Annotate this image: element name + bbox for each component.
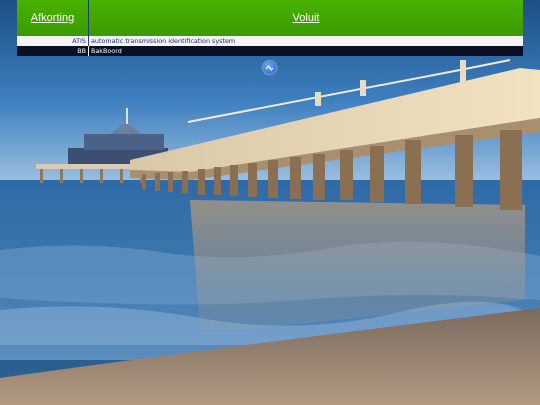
scroll-toggle-button[interactable] xyxy=(263,61,276,74)
abbreviation-table: Afkorting Voluit ATIS automatic transmis… xyxy=(17,0,523,56)
abbreviation-cell: ATIS xyxy=(17,36,89,46)
abbreviation-cell: BB xyxy=(17,46,89,56)
full-form-cell: BakBoord xyxy=(88,46,523,56)
column-header-abbreviation[interactable]: Afkorting xyxy=(17,0,89,36)
table-row[interactable]: BB BakBoord xyxy=(17,46,523,56)
chevron-up-down-icon xyxy=(265,65,274,71)
table-header-row: Afkorting Voluit xyxy=(17,0,523,36)
table-row[interactable]: ATIS automatic transmission identificati… xyxy=(17,36,523,46)
column-header-full-form[interactable]: Voluit xyxy=(88,0,523,36)
sort-by-full-form-link[interactable]: Voluit xyxy=(293,12,320,24)
sort-by-abbreviation-link[interactable]: Afkorting xyxy=(31,12,74,24)
full-form-cell: automatic transmission identification sy… xyxy=(88,36,523,46)
